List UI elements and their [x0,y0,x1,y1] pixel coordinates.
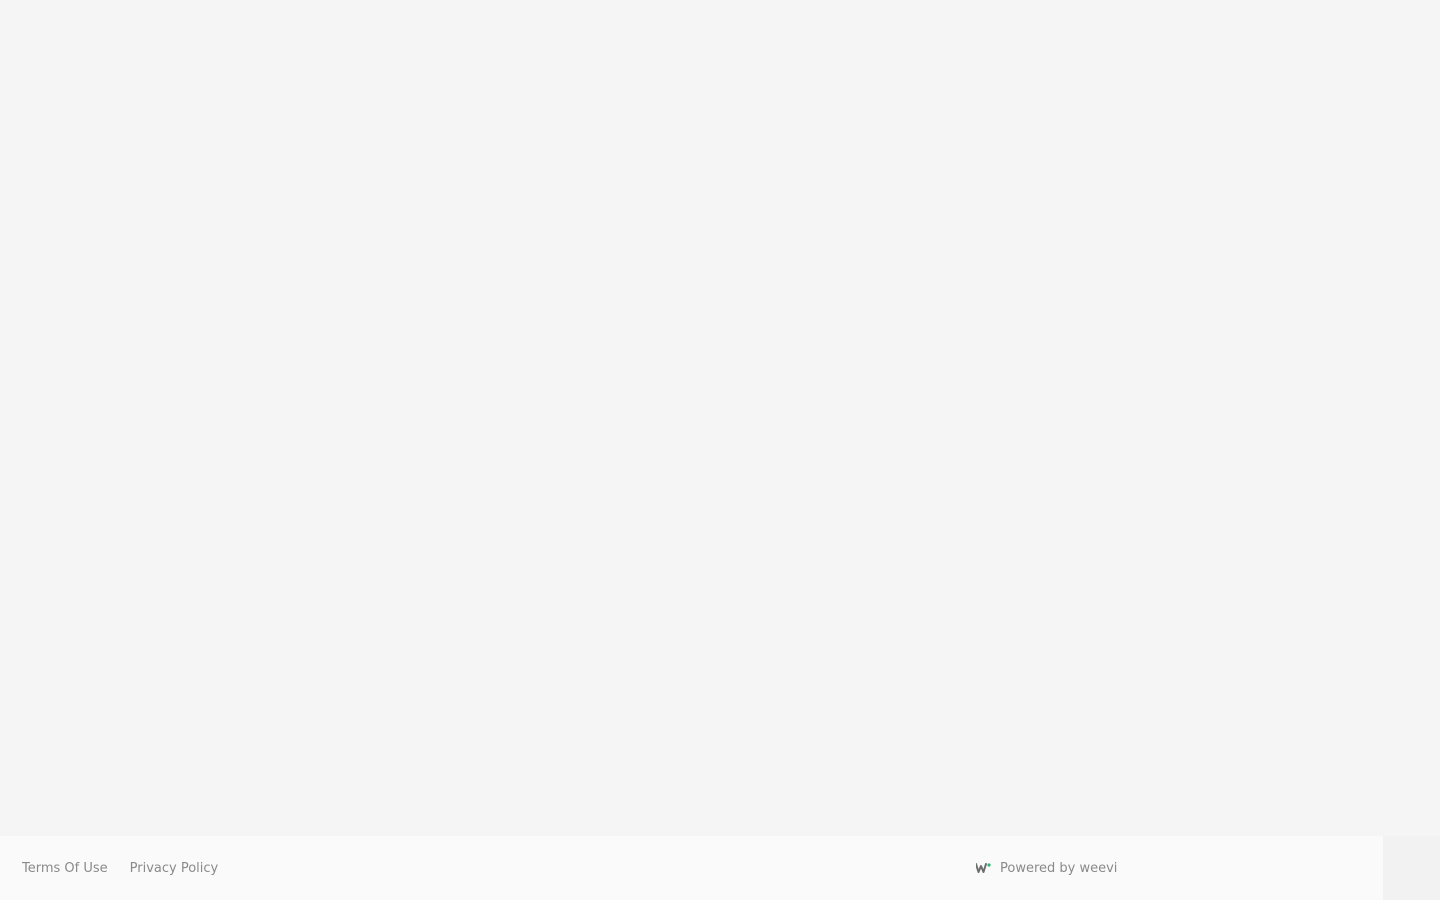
main-content-area [0,0,1440,836]
powered-by-label: Powered by weevi [1000,860,1118,876]
footer-links: Terms Of Use Privacy Policy [22,836,218,900]
terms-of-use-link[interactable]: Terms Of Use [22,862,108,875]
footer: Terms Of Use Privacy Policy Powered by w… [0,836,1383,900]
weevi-logo-icon [976,863,991,873]
powered-by[interactable]: Powered by weevi [976,836,1117,900]
privacy-policy-link[interactable]: Privacy Policy [130,862,219,875]
right-gutter [1383,836,1440,900]
page: Terms Of Use Privacy Policy Powered by w… [0,0,1440,900]
